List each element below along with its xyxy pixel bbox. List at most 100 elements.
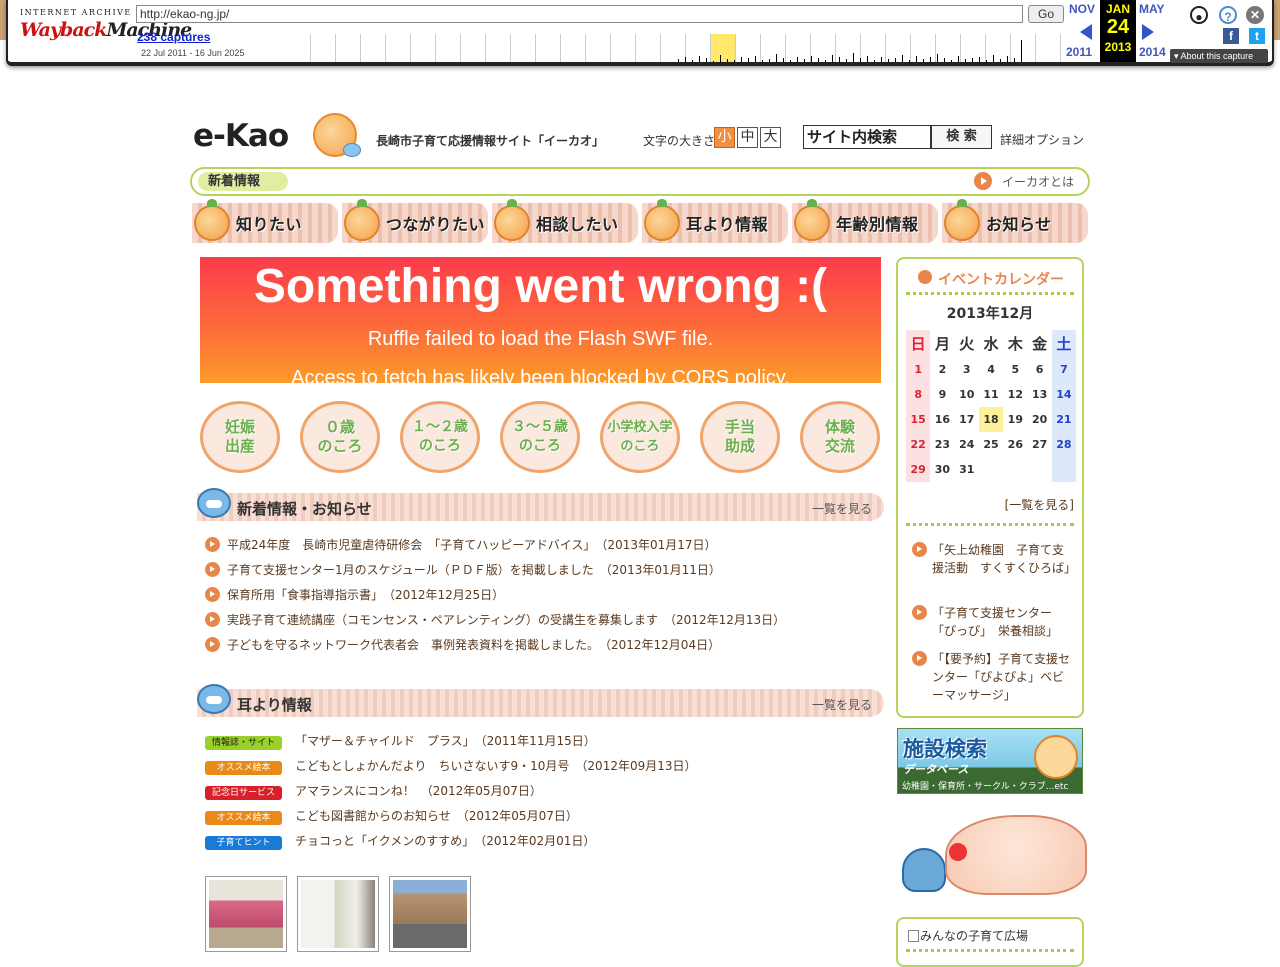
wayback-go-button[interactable]: Go [1028, 5, 1064, 23]
calendar-day-today[interactable]: 18 [978, 407, 1004, 432]
nav-nenrei[interactable]: 年齢別情報 [792, 199, 938, 243]
sparkline-year-column[interactable] [611, 34, 636, 62]
ear-item[interactable]: 記念日サービス アマランスにコンね！ （2012年05月07日） [205, 782, 542, 800]
calendar-day[interactable]: 12 [1003, 382, 1027, 407]
calendar-day[interactable]: 26 [1003, 432, 1027, 457]
calendar-day[interactable]: 17 [955, 407, 979, 432]
calendar-day[interactable]: 10 [955, 382, 979, 407]
calendar-day[interactable]: 14 [1051, 382, 1077, 407]
sparkline-year-column[interactable] [386, 34, 411, 62]
sparkline-year-column[interactable] [411, 34, 436, 62]
calendar-day[interactable]: 19 [1003, 407, 1027, 432]
nav-mimiyori[interactable]: 耳より情報 [642, 199, 788, 243]
sparkline-year-column[interactable] [286, 34, 311, 62]
search-button[interactable]: 検 索 [931, 125, 992, 149]
news-item[interactable]: 実践子育て連続講座（コモンセンス・ペアレンティング）の受講生を募集します （20… [205, 611, 785, 628]
sparkline-year-column[interactable] [561, 34, 586, 62]
calendar-day[interactable]: 6 [1027, 357, 1051, 382]
news-item[interactable]: 平成24年度 長崎市児童虐待研修会 「子育てハッピーアドバイス」 （2013年0… [205, 536, 717, 553]
site-search-input[interactable]: サイト内検索 [803, 125, 931, 149]
prev-year[interactable]: 2011 [1066, 45, 1092, 59]
calendar-day[interactable]: 31 [955, 457, 979, 482]
sparkline-year-column[interactable] [311, 34, 336, 62]
news-more-link[interactable]: 一覧を見る [812, 500, 872, 517]
event-item[interactable]: 「矢上幼稚園 子育て支援活動 すくすくひろば」 [912, 541, 1076, 577]
ear-item[interactable]: 情報誌・サイト 「マザー＆チャイルド プラス」 （2011年11月15日） [205, 732, 596, 750]
ear-item[interactable]: オススメ絵本 こども図書館からのお知らせ （2012年05月07日） [205, 807, 578, 825]
photo-thumbnail[interactable] [205, 876, 287, 952]
photo-thumbnail[interactable] [297, 876, 379, 952]
next-capture-arrow-icon[interactable] [1142, 24, 1154, 40]
allowance-button[interactable]: 手当 助成 [700, 401, 780, 473]
calendar-day[interactable]: 22 [906, 432, 931, 457]
help-icon[interactable]: ? [1219, 6, 1237, 24]
captures-link[interactable]: 238 captures [137, 30, 210, 44]
twitter-icon[interactable]: t [1249, 28, 1265, 44]
event-item[interactable]: 「【要予約】子育て支援センター「ぴよぴよ」ベビーマッサージ」 [912, 650, 1072, 704]
sparkline-year-column[interactable] [961, 34, 986, 62]
age-school-button[interactable]: 小学校入学 のころ [600, 401, 680, 473]
calendar-day[interactable]: 3 [955, 357, 979, 382]
sparkline-year-column[interactable] [786, 34, 811, 62]
font-size-medium-button[interactable]: 中 [737, 127, 758, 148]
sparkline-year-column[interactable] [886, 34, 911, 62]
calendar-day[interactable]: 29 [906, 457, 931, 482]
sparkline-year-column[interactable] [511, 34, 536, 62]
nav-tsunagaritai[interactable]: つながりたい [342, 199, 488, 243]
about-capture-button[interactable]: ▾ About this capture [1170, 49, 1268, 63]
calendar-day[interactable]: 8 [906, 382, 931, 407]
sparkline-year-column[interactable] [661, 34, 686, 62]
facebook-icon[interactable]: f [1223, 28, 1239, 44]
sparkline-year-column[interactable] [436, 34, 461, 62]
news-item[interactable]: 子どもを守るネットワーク代表者会 事例発表資料を掲載しました。 （2012年12… [205, 636, 720, 653]
ear-item[interactable]: 子育てヒント チョコっと「イクメンのすすめ」 （2012年02月01日） [205, 832, 595, 850]
age-1-2-button[interactable]: １～２歳 のころ [400, 401, 480, 473]
sparkline-year-column[interactable] [461, 34, 486, 62]
calendar-day[interactable]: 24 [955, 432, 979, 457]
news-item[interactable]: 子育て支援センター1月のスケジュール（ＰＤＦ版）を掲載しました （2013年01… [205, 561, 721, 578]
sparkline-year-column[interactable] [586, 34, 611, 62]
calendar-day[interactable]: 21 [1051, 407, 1077, 432]
age-pregnancy-button[interactable]: 妊娠 出産 [200, 401, 280, 473]
experience-button[interactable]: 体験 交流 [800, 401, 880, 473]
facility-search-banner[interactable]: 施設検索 データベース 幼稚園・保育所・サークル・クラブ...etc [897, 728, 1083, 794]
capture-sparkline[interactable] [286, 34, 1062, 62]
font-size-small-button[interactable]: 小 [714, 127, 735, 148]
calendar-day[interactable]: 30 [930, 457, 954, 482]
calendar-day[interactable]: 7 [1051, 357, 1077, 382]
nav-soudan[interactable]: 相談したい [492, 199, 638, 243]
ear-more-link[interactable]: 一覧を見る [812, 696, 872, 713]
calendar-day[interactable]: 28 [1051, 432, 1077, 457]
font-size-large-button[interactable]: 大 [760, 127, 781, 148]
calendar-day[interactable]: 2 [930, 357, 954, 382]
about-ekao-link[interactable]: イーカオとは [1002, 173, 1074, 190]
search-options-link[interactable]: 詳細オプション [1000, 131, 1084, 148]
calendar-day[interactable]: 25 [979, 432, 1003, 457]
site-logo[interactable]: e-Kao [193, 118, 289, 154]
ear-item[interactable]: オススメ絵本 こどもとしょかんだより ちいさないす9・10月号 （2012年09月… [205, 757, 697, 775]
sparkline-year-column[interactable] [536, 34, 561, 62]
next-year[interactable]: 2014 [1139, 45, 1166, 59]
calendar-day[interactable]: 16 [930, 407, 954, 432]
calendar-day[interactable]: 5 [1003, 357, 1027, 382]
calendar-day[interactable]: 23 [930, 432, 954, 457]
nav-oshirase[interactable]: お知らせ [942, 199, 1088, 243]
calendar-day[interactable]: 27 [1027, 432, 1051, 457]
sparkline-year-column[interactable] [336, 34, 361, 62]
calendar-day[interactable]: 20 [1027, 407, 1051, 432]
calendar-day[interactable]: 13 [1027, 382, 1051, 407]
prev-month[interactable]: NOV [1069, 2, 1095, 16]
wayback-logo[interactable]: INTERNET ARCHIVE WaybackMachine [20, 8, 192, 52]
sparkline-year-column[interactable] [861, 34, 886, 62]
sparkline-year-column[interactable] [1036, 34, 1061, 62]
sparkline-year-column[interactable] [636, 34, 661, 62]
sparkline-year-column[interactable] [486, 34, 511, 62]
user-icon[interactable]: ● [1190, 6, 1208, 24]
sparkline-year-column[interactable] [711, 34, 736, 62]
sparkline-year-column[interactable] [361, 34, 386, 62]
photo-thumbnail[interactable] [389, 876, 471, 952]
event-item[interactable]: 「子育て支援センター「ぴっぴ」 栄養相談」 [912, 604, 1072, 640]
calendar-day[interactable]: 9 [930, 382, 954, 407]
news-item[interactable]: 保育所用「食事指導指示書」 （2012年12月25日） [205, 586, 504, 603]
calendar-more-link[interactable]: [一覧を見る] [1005, 496, 1074, 513]
